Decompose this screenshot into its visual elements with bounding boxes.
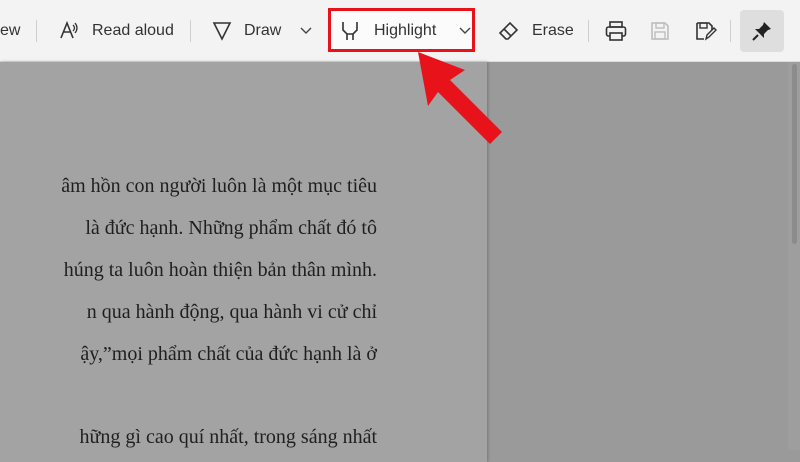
draw-label: Draw bbox=[244, 22, 282, 39]
chevron-down-icon bbox=[300, 27, 312, 35]
toolbar-divider bbox=[190, 20, 191, 42]
reader-toolbar: ew Read aloud Draw Highlight Erase bbox=[0, 0, 800, 62]
document-line: ậy,”mọi phẩm chất của đức hạnh là ở bbox=[80, 343, 377, 365]
save-button[interactable] bbox=[650, 0, 670, 62]
document-line: n qua hành động, qua hành vi cử chỉ bbox=[86, 301, 377, 323]
scrollbar-thumb[interactable] bbox=[792, 64, 797, 244]
pin-content[interactable] bbox=[752, 0, 772, 62]
toolbar-divider bbox=[36, 20, 37, 42]
read-aloud-icon bbox=[58, 20, 80, 42]
erase-label: Erase bbox=[532, 22, 574, 39]
erase-icon bbox=[498, 20, 520, 42]
highlight-label: Highlight bbox=[374, 22, 437, 39]
highlight-icon bbox=[340, 20, 360, 42]
save-icon bbox=[650, 21, 670, 41]
save-as-icon bbox=[695, 21, 717, 41]
view-label: ew bbox=[0, 22, 21, 39]
draw-icon bbox=[212, 20, 232, 42]
print-button[interactable] bbox=[605, 0, 627, 62]
document-line: âm hồn con người luôn là một mục tiêu bbox=[61, 175, 377, 197]
toolbar-divider bbox=[730, 20, 731, 42]
read-aloud-button[interactable]: Read aloud bbox=[58, 0, 174, 62]
pin-icon bbox=[752, 21, 772, 41]
draw-button[interactable]: Draw bbox=[212, 0, 281, 62]
save-as-button[interactable] bbox=[695, 0, 717, 62]
draw-options-button[interactable] bbox=[300, 0, 312, 62]
red-arrow-annotation bbox=[410, 50, 510, 150]
read-aloud-label: Read aloud bbox=[92, 22, 174, 39]
toolbar-divider bbox=[588, 20, 589, 42]
document-line: hững gì cao quí nhất, trong sáng nhất bbox=[79, 426, 377, 448]
document-line: húng ta luôn hoàn thiện bản thân mình. bbox=[63, 259, 377, 281]
print-icon bbox=[605, 21, 627, 41]
view-button[interactable]: ew bbox=[0, 0, 20, 62]
chevron-down-icon bbox=[459, 27, 471, 35]
document-line: là đức hạnh. Những phẩm chất đó tô bbox=[85, 217, 377, 239]
